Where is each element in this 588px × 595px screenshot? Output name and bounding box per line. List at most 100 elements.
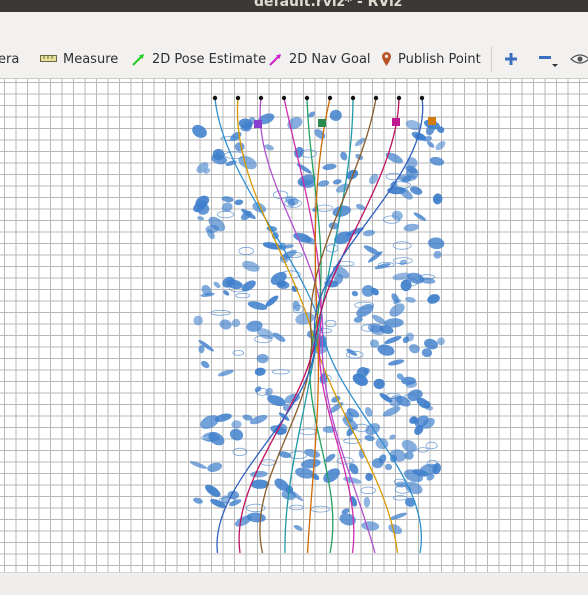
agent-start-marker xyxy=(419,95,425,101)
obstacle-blob xyxy=(361,284,375,297)
agent-goal-marker xyxy=(318,119,326,127)
obstacle-ring xyxy=(315,204,334,212)
obstacle-blob xyxy=(193,497,203,504)
eye-icon xyxy=(570,54,588,64)
obstacle-blob xyxy=(432,193,443,205)
agent-start-marker xyxy=(396,95,402,101)
obstacle-blob xyxy=(272,332,286,342)
obstacle-blob xyxy=(231,420,242,429)
obstacle-blob xyxy=(399,259,407,266)
obstacle-blob xyxy=(435,141,446,151)
pose-estimate-tool-button[interactable]: 2D Pose Estimate xyxy=(131,48,266,70)
map-pin-icon xyxy=(382,52,391,66)
green-arrow-icon xyxy=(132,53,144,66)
obstacle-blob xyxy=(389,434,396,440)
obstacle-blob xyxy=(351,290,359,297)
obstacle-blob xyxy=(387,359,405,366)
toolbar-separator xyxy=(491,46,492,72)
obstacle-blob xyxy=(382,406,401,417)
add-tool-button[interactable] xyxy=(504,48,518,70)
obstacle-blob xyxy=(346,348,358,356)
obstacle-blob xyxy=(231,318,241,328)
obstacle-ring xyxy=(216,210,234,219)
obstacle-ring xyxy=(238,246,255,256)
obstacle-blob xyxy=(389,512,407,520)
agent-goal-marker xyxy=(428,117,436,125)
remove-tool-button[interactable] xyxy=(538,48,558,70)
obstacle-ring xyxy=(310,505,331,513)
obstacle-ring xyxy=(232,447,248,456)
obstacle-blob xyxy=(219,319,232,330)
view-toggle-button[interactable] xyxy=(570,48,588,70)
obstacle-blob xyxy=(433,250,442,259)
obstacle-blob xyxy=(238,155,257,170)
obstacle-blob xyxy=(201,360,210,369)
obstacle-ring xyxy=(392,495,408,501)
minus-icon xyxy=(539,56,558,67)
measure-tool-button[interactable]: Measure xyxy=(40,48,118,70)
magenta-arrow-icon xyxy=(269,53,281,66)
obstacle-ring xyxy=(324,319,337,328)
agent-start-marker xyxy=(281,95,287,101)
nav-goal-tool-button[interactable]: 2D Nav Goal xyxy=(268,48,371,70)
obstacle-blob xyxy=(377,344,395,356)
obstacle-blob xyxy=(437,337,445,346)
agent-start-marker xyxy=(373,95,379,101)
agent-start-marker xyxy=(212,95,218,101)
obstacle-blob xyxy=(200,415,220,429)
obstacle-blob xyxy=(364,435,375,442)
obstacle-blob xyxy=(317,180,330,187)
obstacle-blob xyxy=(339,513,356,526)
agent-start-marker xyxy=(304,95,310,101)
obstacle-blob xyxy=(296,163,312,174)
obstacle-blob xyxy=(256,353,269,364)
agent-goal-marker xyxy=(392,118,400,126)
obstacle-blob xyxy=(314,129,326,139)
obstacle-blob xyxy=(292,300,301,312)
3d-render-view[interactable] xyxy=(0,79,588,572)
dropdown-arrow-icon xyxy=(552,64,558,67)
obstacle-blob xyxy=(250,470,268,478)
publish-point-tool-button[interactable]: Publish Point xyxy=(381,48,481,70)
status-bar xyxy=(0,572,588,595)
obstacle-blob xyxy=(404,451,414,460)
obstacle-blob xyxy=(247,301,268,311)
obstacle-blob xyxy=(325,453,336,463)
obstacle-ring xyxy=(224,151,245,159)
obstacle-blob xyxy=(329,109,342,122)
obstacle-blob xyxy=(197,216,205,221)
plus-icon xyxy=(505,53,517,65)
obstacle-ring xyxy=(425,441,438,450)
pose-estimate-tool-label: 2D Pose Estimate xyxy=(152,51,267,67)
obstacle-blob xyxy=(234,199,244,206)
obstacle-ring xyxy=(299,428,319,436)
obstacle-blob xyxy=(323,468,340,483)
obstacle-blob xyxy=(361,521,380,531)
obstacle-blob xyxy=(229,428,244,441)
obstacle-blob xyxy=(373,378,385,390)
obstacle-blob xyxy=(254,367,266,376)
obstacle-blob xyxy=(294,146,304,158)
crowd-simulation-scene xyxy=(189,95,446,554)
obstacle-blob xyxy=(223,290,230,296)
camera-tool-label: era xyxy=(0,51,20,67)
obstacle-blob xyxy=(374,263,391,270)
obstacle-blob xyxy=(413,212,427,221)
obstacle-blob xyxy=(375,438,389,450)
agent-start-marker xyxy=(350,95,356,101)
obstacle-ring xyxy=(392,241,412,250)
obstacle-ring xyxy=(325,244,339,253)
measure-tool-label: Measure xyxy=(63,51,119,67)
camera-tool-button[interactable]: era xyxy=(0,48,19,70)
obstacle-blob xyxy=(234,142,245,152)
obstacle-blob xyxy=(408,344,420,354)
obstacle-blob xyxy=(192,124,207,138)
obstacle-blob xyxy=(189,461,207,469)
obstacle-ring xyxy=(235,292,251,299)
obstacle-ring xyxy=(271,369,290,375)
obstacle-blob xyxy=(429,156,445,166)
obstacle-blob xyxy=(198,345,205,354)
agent-goal-marker xyxy=(254,120,262,128)
window-titlebar: default.rviz* - RViz xyxy=(0,0,588,12)
obstacle-blob xyxy=(193,315,203,326)
